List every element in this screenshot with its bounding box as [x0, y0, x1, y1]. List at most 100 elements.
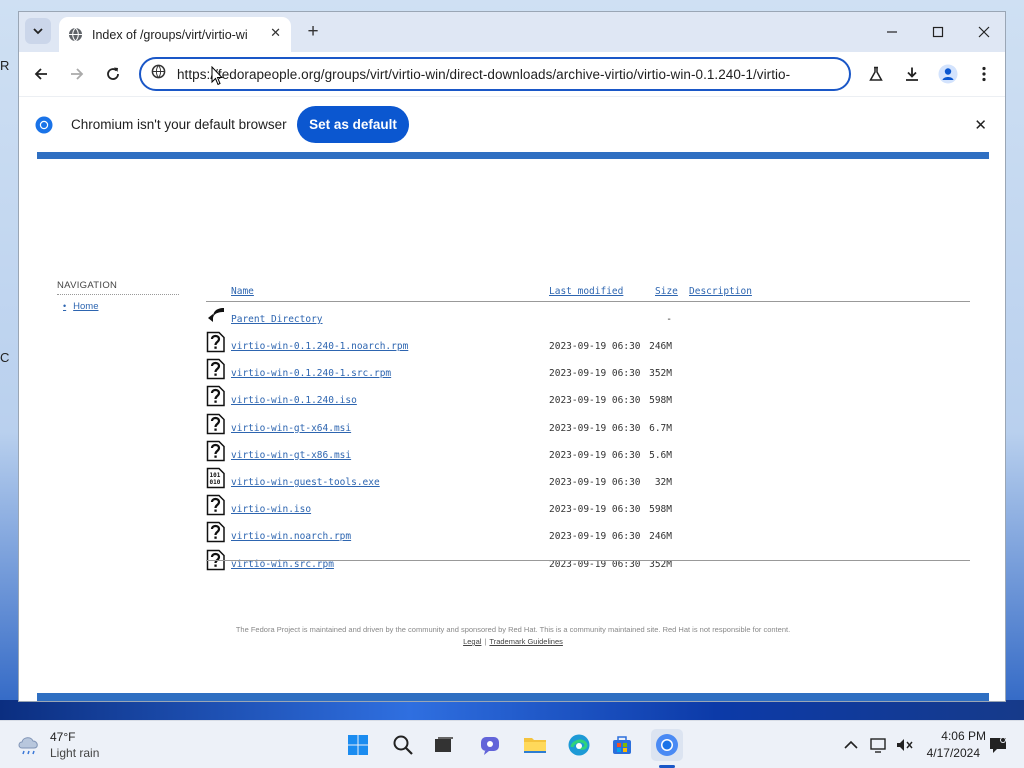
bullet: •: [63, 301, 67, 311]
desktop-wallpaper-wave: [0, 700, 1024, 720]
svg-text:101: 101: [210, 472, 221, 479]
network-icon[interactable]: [869, 735, 889, 755]
unknown-file-icon: [206, 413, 226, 435]
forward-arrow-icon: [71, 68, 84, 80]
maximize-button[interactable]: [923, 20, 953, 44]
unknown-file-icon: [206, 440, 226, 462]
desktop-icon-sliver: R: [0, 58, 10, 73]
tab-strip: Index of /groups/virt/virtio-wi ✕ +: [19, 12, 1005, 52]
name-column-header[interactable]: Name: [231, 286, 254, 297]
clock-time[interactable]: 4:06 PM: [930, 729, 986, 743]
header-divider: [206, 301, 970, 302]
navigation-heading: NAVIGATION: [57, 280, 179, 295]
file-row: 101 010 virtio-win-guest-tools.exe 2023-09-…: [206, 467, 970, 494]
parent-directory-link[interactable]: Parent Directory: [231, 314, 323, 325]
trademark-guidelines-link[interactable]: Trademark Guidelines: [489, 637, 563, 646]
file-size: 32M: [654, 477, 672, 488]
footer-links: Legal | Trademark Guidelines: [19, 637, 1005, 646]
close-infobar-icon[interactable]: ✕: [974, 116, 987, 134]
search-button[interactable]: [387, 729, 419, 761]
svg-text:010: 010: [210, 479, 221, 486]
minimize-button[interactable]: [877, 20, 907, 44]
downloads-button[interactable]: [900, 62, 924, 86]
footer-separator: |: [484, 637, 487, 646]
task-view-icon: [435, 737, 453, 752]
site-info-icon[interactable]: [151, 64, 166, 84]
folder-icon: [524, 738, 546, 753]
back-button[interactable]: [29, 62, 53, 86]
file-size: 6.7M: [649, 422, 672, 434]
chevron-down-icon: [33, 28, 43, 35]
labs-button[interactable]: [864, 62, 888, 86]
file-size: -: [666, 314, 672, 325]
infobar-message: Chromium isn't your default browser: [71, 117, 287, 132]
file-size: 5.6M: [649, 449, 672, 461]
file-row: virtio-win.src.rpm 2023-09-19 06:30 352M: [206, 549, 970, 576]
edge-icon: [568, 734, 590, 756]
footer-disclaimer: The Fedora Project is maintained and dri…: [235, 625, 791, 634]
file-link[interactable]: virtio-win-gt-x64.msi: [231, 423, 351, 434]
edge-button[interactable]: [563, 729, 595, 761]
tab-search-button[interactable]: [25, 18, 51, 44]
store-button[interactable]: [606, 729, 638, 761]
file-row: virtio-win.iso 2023-09-19 06:30 598M: [206, 494, 970, 521]
file-row: virtio-win-0.1.240-1.src.rpm 2023-09-19 0…: [206, 358, 970, 385]
page-footer-bar: [37, 693, 989, 701]
rain-cloud-icon[interactable]: [16, 733, 42, 762]
legal-link[interactable]: Legal: [463, 637, 481, 646]
file-link[interactable]: virtio-win-0.1.240.iso: [231, 395, 357, 406]
chromium-logo-icon: [35, 116, 53, 139]
teams-chat-button[interactable]: [474, 729, 506, 761]
close-tab-icon[interactable]: ✕: [270, 25, 281, 41]
weather-temperature[interactable]: 47°F: [50, 730, 75, 744]
page-header-bar: [37, 152, 989, 159]
clock-date[interactable]: 4/17/2024: [922, 746, 980, 760]
file-link[interactable]: virtio-win.noarch.rpm: [231, 531, 351, 542]
file-row: virtio-win.noarch.rpm 2023-09-19 06:30 246…: [206, 521, 970, 548]
more-vert-icon: [982, 66, 986, 82]
start-button[interactable]: [342, 729, 374, 761]
file-link[interactable]: virtio-win-0.1.240-1.noarch.rpm: [231, 341, 408, 352]
file-link[interactable]: virtio-win-guest-tools.exe: [231, 477, 380, 488]
file-link[interactable]: virtio-win.iso: [231, 504, 311, 515]
tab-title: Index of /groups/virt/virtio-wi: [92, 27, 248, 42]
size-column-header[interactable]: Size: [655, 286, 678, 297]
description-column-header[interactable]: Description: [689, 286, 752, 297]
browser-window: Index of /groups/virt/virtio-wi ✕ + http…: [18, 11, 1006, 702]
file-link[interactable]: virtio-win-0.1.240-1.src.rpm: [231, 368, 391, 379]
minimize-icon: [887, 31, 897, 33]
new-tab-button[interactable]: +: [301, 20, 325, 44]
search-icon: [393, 735, 413, 755]
address-bar[interactable]: https://fedorapeople.org/groups/virt/vir…: [139, 57, 851, 91]
home-link[interactable]: • Home: [63, 301, 99, 312]
modified-column-header[interactable]: Last modified: [549, 286, 623, 297]
file-explorer-button[interactable]: [519, 729, 551, 761]
default-browser-infobar: Chromium isn't your default browser Set …: [19, 96, 1005, 152]
menu-button[interactable]: [972, 62, 996, 86]
tray-overflow-icon[interactable]: [841, 735, 861, 755]
profile-button[interactable]: [936, 62, 960, 86]
set-as-default-button[interactable]: Set as default: [297, 106, 409, 143]
listing-header-row: Name Last modified Size Description: [206, 276, 970, 303]
file-link[interactable]: virtio-win-gt-x86.msi: [231, 450, 351, 461]
file-size: 598M: [649, 395, 672, 407]
forward-button[interactable]: [65, 62, 89, 86]
browser-toolbar: https://fedorapeople.org/groups/virt/vir…: [19, 52, 1005, 96]
close-window-button[interactable]: [969, 20, 999, 44]
binary-file-icon: 101 010: [206, 467, 226, 489]
page-content: NAVIGATION • Home Name Last modified Size…: [19, 152, 1005, 701]
url-text: https://fedorapeople.org/groups/virt/vir…: [177, 66, 791, 82]
windows-logo-icon: [348, 735, 368, 755]
tab-active[interactable]: Index of /groups/virt/virtio-wi ✕: [59, 17, 291, 52]
task-view-button[interactable]: [428, 729, 460, 761]
chromium-taskbar-button[interactable]: [651, 729, 683, 761]
weather-condition[interactable]: Light rain: [50, 746, 99, 760]
file-row: virtio-win-0.1.240-1.noarch.rpm 2023-09-1…: [206, 331, 970, 358]
chromium-icon: [656, 734, 678, 756]
footer-divider: [206, 560, 970, 561]
notification-icon[interactable]: [988, 735, 1008, 755]
volume-muted-icon[interactable]: [894, 735, 914, 755]
reload-button[interactable]: [101, 62, 125, 86]
desktop-icon-sliver: C: [0, 350, 10, 365]
taskbar: 47°F Light rain 4:06 PM 4/17/2024: [0, 720, 1024, 768]
